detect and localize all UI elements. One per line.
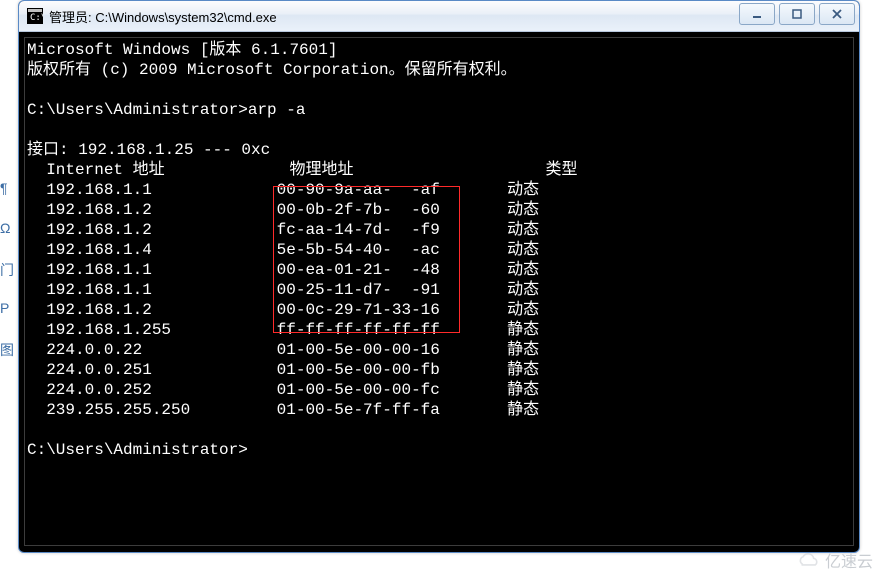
sidebar-glyph: 门 bbox=[0, 260, 18, 280]
sidebar-glyph: 图 bbox=[0, 340, 18, 360]
minimize-button[interactable] bbox=[739, 3, 775, 25]
watermark: 亿速云 bbox=[795, 548, 873, 572]
sidebar-glyph: ¶ bbox=[0, 180, 18, 200]
watermark-text: 亿速云 bbox=[825, 548, 873, 572]
cmd-icon: C:\ bbox=[27, 8, 43, 24]
sidebar-glyph: Ω bbox=[0, 220, 18, 240]
background-sidebar: ¶ Ω 门 P 图 bbox=[0, 180, 18, 360]
cmd-window: C:\ 管理员: C:\Windows\system32\cmd.exe Mic… bbox=[18, 0, 860, 553]
close-button[interactable] bbox=[819, 3, 855, 25]
cloud-icon bbox=[795, 551, 821, 569]
sidebar-glyph: P bbox=[0, 300, 18, 320]
svg-text:C:\: C:\ bbox=[30, 13, 43, 23]
console-output[interactable]: Microsoft Windows [版本 6.1.7601] 版权所有 (c)… bbox=[24, 37, 854, 546]
window-title: 管理员: C:\Windows\system32\cmd.exe bbox=[49, 7, 277, 26]
maximize-button[interactable] bbox=[779, 3, 815, 25]
titlebar[interactable]: C:\ 管理员: C:\Windows\system32\cmd.exe bbox=[19, 1, 859, 32]
